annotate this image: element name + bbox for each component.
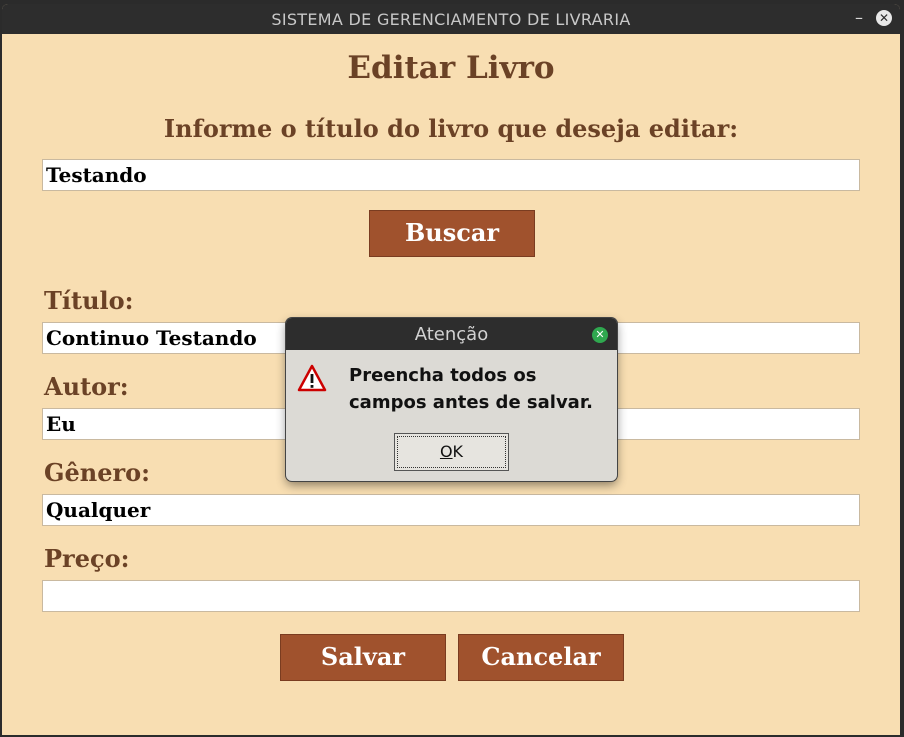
preco-field[interactable] [42,580,860,612]
window-title: SISTEMA DE GERENCIAMENTO DE LIVRARIA [271,10,631,29]
search-input[interactable] [42,159,860,191]
minimize-button[interactable]: – [852,8,866,27]
preco-label: Preço: [44,544,130,573]
close-icon[interactable]: ✕ [876,10,892,26]
page-title: Editar Livro [347,50,555,86]
warning-dialog: Atenção ✕ Preencha todos os campos antes… [286,318,617,481]
dialog-titlebar[interactable]: Atenção ✕ [286,318,617,350]
genero-label: Gênero: [44,458,150,487]
dialog-close-icon[interactable]: ✕ [592,327,608,343]
dialog-title: Atenção [414,324,489,345]
titulo-label: Título: [44,286,134,315]
ok-rest: K [452,442,464,461]
dialog-message: Preencha todos os campos antes de salvar… [349,365,593,413]
warning-icon [297,364,327,392]
cancel-button[interactable]: Cancelar [458,634,624,681]
window-titlebar[interactable]: SISTEMA DE GERENCIAMENTO DE LIVRARIA – ✕ [2,4,900,34]
ok-mnemonic: O [439,442,453,461]
genero-field[interactable] [42,494,860,526]
autor-label: Autor: [44,372,129,401]
save-button[interactable]: Salvar [280,634,446,681]
search-button[interactable]: Buscar [369,210,535,257]
search-prompt: Informe o título do livro que deseja edi… [163,114,739,143]
ok-button[interactable]: OK [394,433,509,471]
ok-button-label: OK [397,436,506,468]
